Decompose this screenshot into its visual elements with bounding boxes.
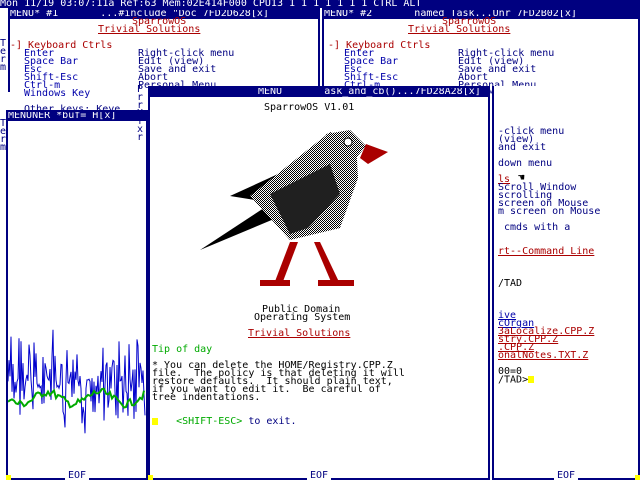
waveform-window[interactable]: MENUNER *buf= H[x] EOF <box>6 110 148 481</box>
os-title: SparrowOS V1.01 <box>264 102 355 113</box>
prompt-cursor <box>528 376 535 383</box>
window-corner-handle[interactable] <box>148 475 153 480</box>
eof-marker: EOF <box>494 470 638 481</box>
waveform-blue-series <box>8 329 146 434</box>
tip-of-day-label: Tip of day <box>152 344 213 355</box>
tip-text: * You can delete the HOME/Registry.CPP.Z… <box>152 361 405 403</box>
company-link[interactable]: Trivial Solutions <box>248 329 350 339</box>
menu-window-1[interactable]: MENU* #1 ...#include "Doc 7FD2D628[x] Sp… <box>8 8 320 115</box>
mouse-pointer-icon: ☚ <box>518 171 525 184</box>
terminal-text: -click menu (view) and exit down menu ls Scro… <box>498 127 601 257</box>
window-corner-handle[interactable] <box>635 475 640 480</box>
menu-window-2[interactable]: MENU* #2 named Task...Unr 7FD2B02[x] Spa… <box>322 8 640 99</box>
terminal-line: down menu <box>498 158 553 169</box>
keys-list: EnterSpace BarEscShift-EscCtrl-m <box>344 49 398 91</box>
file-link[interactable]: onalNotes.TXT.Z <box>498 351 594 361</box>
tad-path: /TAD <box>498 278 523 289</box>
terminal-line: cmds with a <box>498 222 571 233</box>
strip-char <box>0 72 8 80</box>
text-cursor <box>152 418 158 425</box>
app-company-link[interactable]: Trivial Solutions <box>98 25 200 35</box>
command-prompt[interactable]: /TAD> <box>498 375 535 385</box>
system-status-bar: Mon 11/19 03:07:11a Ref:63 Mem:02E414F00… <box>0 0 640 9</box>
exit-hint: <SHIFT-ESC> to exit. <box>176 416 297 427</box>
strip-char <box>0 88 8 96</box>
terminal-line: m screen on Mouse <box>498 206 601 217</box>
window-corner-handle[interactable] <box>6 475 11 480</box>
strip-char <box>0 80 8 88</box>
terminal-line[interactable]: rt--Command Line <box>498 247 600 257</box>
terminal-line: and exit <box>498 142 547 153</box>
operating-system-text: Operating System <box>254 312 351 323</box>
eof-marker: EOF <box>8 470 146 481</box>
file-list[interactable]: ive cOrgan 3aLocalize.CPP.Z stry.CPP.Z .CPP.… <box>498 311 594 361</box>
sparrow-logo-image <box>200 130 388 286</box>
waveform-plot <box>8 329 146 434</box>
window-titlebar[interactable]: MENU ask_and_cb()...7FD28A28[x] <box>150 88 488 97</box>
shift-esc-key[interactable]: <SHIFT-ESC> <box>176 416 242 427</box>
eof-marker: EOF <box>150 470 488 481</box>
strip-char: m <box>0 62 7 73</box>
actions-list: Right-click menu Edit (view) Save and exit… <box>138 49 234 91</box>
tip-line: tree indentations. <box>152 392 261 403</box>
window-titlebar[interactable]: MENUNER *buf= H[x] <box>8 112 146 121</box>
app-company-link[interactable]: Trivial Solutions <box>408 25 510 35</box>
strip-char <box>0 96 8 104</box>
key-label: Windows Key <box>24 88 91 99</box>
sparrow-splash-window[interactable]: MENU ask_and_cb()...7FD28A28[x] SparrowO… <box>148 86 490 481</box>
terminal-window[interactable]: -click menu (view) and exit down menu ls Scro… <box>492 86 640 481</box>
keys-list: Enter Space Bar Esc Shift-Esc Ctrl-m Windows … <box>24 49 91 99</box>
